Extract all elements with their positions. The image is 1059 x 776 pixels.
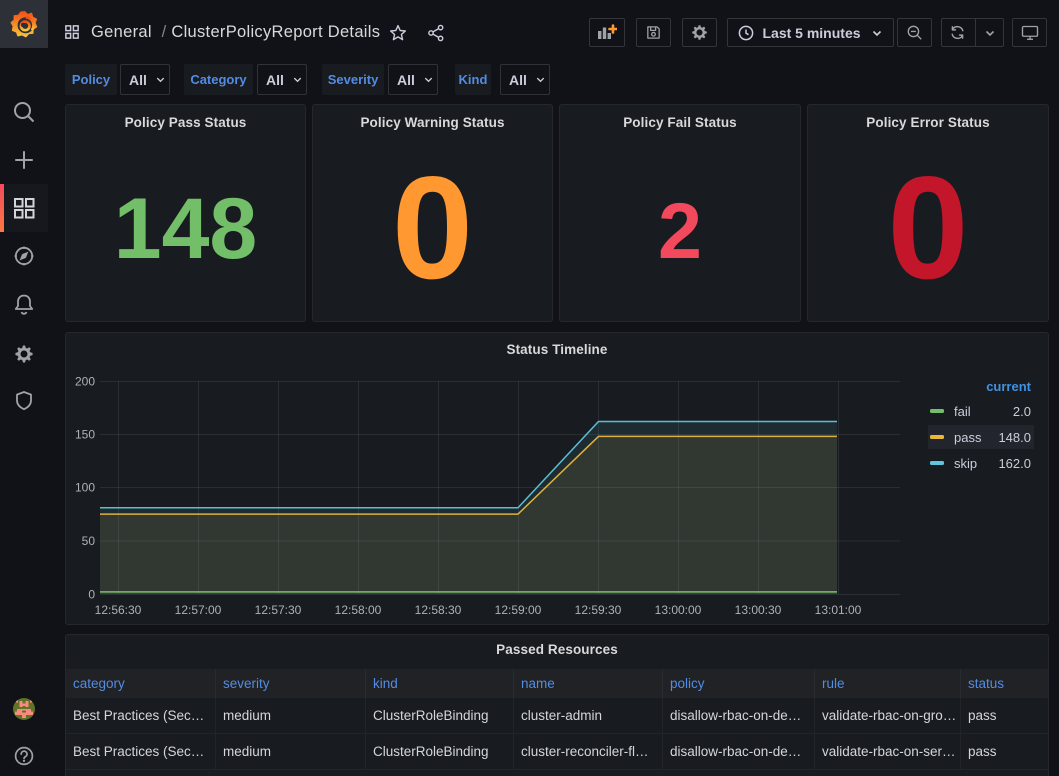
svg-text:12:56:30: 12:56:30 — [95, 603, 142, 617]
svg-text:13:00:00: 13:00:00 — [655, 603, 702, 617]
svg-text:12:59:00: 12:59:00 — [495, 603, 542, 617]
svg-text:12:58:30: 12:58:30 — [415, 603, 462, 617]
svg-text:200: 200 — [75, 375, 95, 389]
svg-text:fail: fail — [954, 404, 971, 419]
svg-text:pass: pass — [954, 430, 982, 445]
svg-text:13:00:30: 13:00:30 — [735, 603, 782, 617]
svg-text:13:01:00: 13:01:00 — [815, 603, 862, 617]
svg-text:2.0: 2.0 — [1013, 404, 1031, 419]
svg-text:162.0: 162.0 — [998, 456, 1031, 471]
svg-text:50: 50 — [82, 534, 96, 548]
svg-text:12:57:30: 12:57:30 — [255, 603, 302, 617]
svg-text:skip: skip — [954, 456, 977, 471]
svg-text:current: current — [986, 379, 1031, 394]
svg-text:150: 150 — [75, 428, 95, 442]
svg-text:100: 100 — [75, 481, 95, 495]
svg-text:12:59:30: 12:59:30 — [575, 603, 622, 617]
svg-text:12:58:00: 12:58:00 — [335, 603, 382, 617]
svg-text:148.0: 148.0 — [998, 430, 1031, 445]
svg-text:12:57:00: 12:57:00 — [175, 603, 222, 617]
svg-text:0: 0 — [88, 588, 95, 602]
